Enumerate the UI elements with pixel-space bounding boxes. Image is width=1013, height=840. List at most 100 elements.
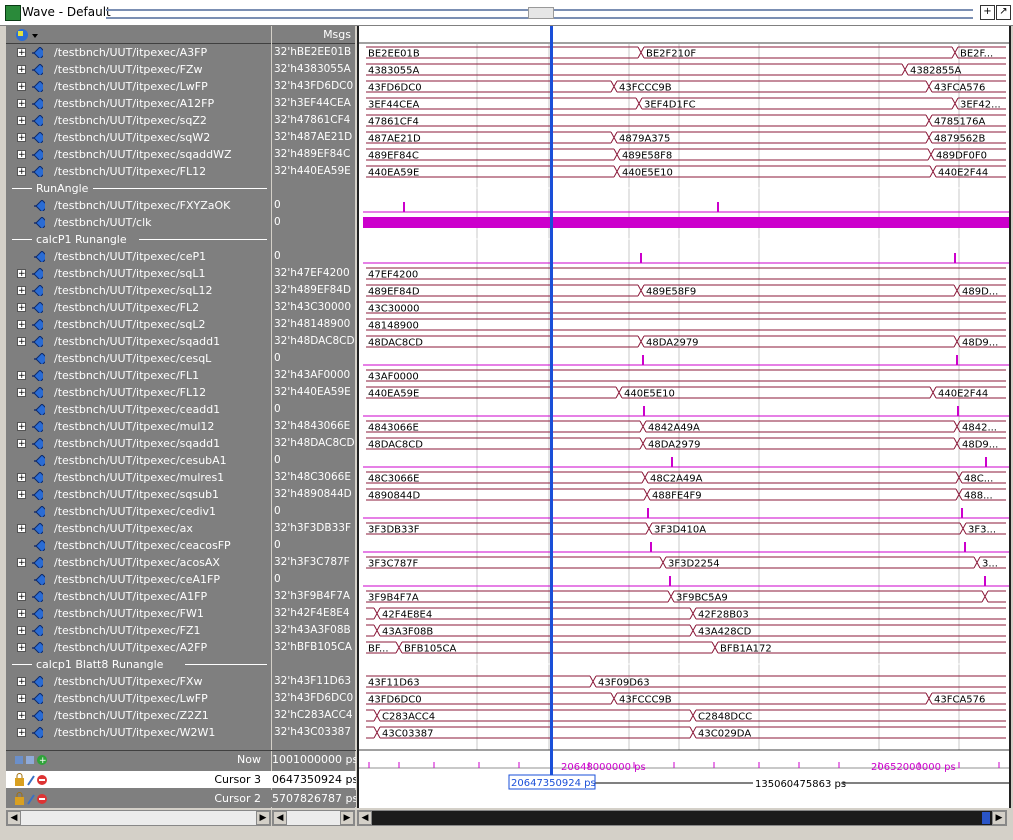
- expand-icon[interactable]: +: [17, 490, 26, 500]
- waveform-row[interactable]: BE2EE01B BE2F210F BE2F...: [366, 46, 1006, 60]
- signal-row[interactable]: + /testbnch/UUT/itpexec/FL12: [6, 384, 271, 401]
- cursor3-row[interactable]: Cursor 3 0647350924 ps: [6, 771, 356, 788]
- add-icon[interactable]: +: [980, 5, 995, 20]
- waveform-row[interactable]: 440EA59E 440E5E10 440E2F44: [366, 165, 1006, 179]
- cursor2-row[interactable]: Cursor 2 5707826787 ps: [6, 790, 356, 807]
- waveform-row[interactable]: [363, 406, 1009, 417]
- signal-row[interactable]: + /testbnch/UUT/itpexec/sqW2: [6, 129, 271, 146]
- cursor-line[interactable]: [550, 26, 553, 775]
- signal-row[interactable]: + /testbnch/UUT/itpexec/A1FP: [6, 588, 271, 605]
- signal-row[interactable]: + /testbnch/UUT/itpexec/W2W1: [6, 724, 271, 741]
- scroll-right-icon[interactable]: ▶: [992, 811, 1006, 825]
- waveform-row[interactable]: [363, 542, 1009, 553]
- signal-row[interactable]: + /testbnch/UUT/itpexec/sqadd1: [6, 333, 271, 350]
- expand-icon[interactable]: +: [17, 677, 26, 687]
- signal-row[interactable]: + /testbnch/UUT/itpexec/LwFP: [6, 78, 271, 95]
- scroll-right-icon[interactable]: ▶: [256, 811, 270, 825]
- signal-row[interactable]: /testbnch/UUT/itpexec/cesqL: [6, 350, 271, 367]
- group-divider[interactable]: calcp1 Blatt8 Runangle: [6, 656, 271, 673]
- expand-icon[interactable]: +: [17, 592, 26, 602]
- signal-row[interactable]: + /testbnch/UUT/itpexec/LwFP: [6, 690, 271, 707]
- expand-icon[interactable]: +: [17, 150, 26, 160]
- waveform-row[interactable]: 4890844D 488FE4F9 488...: [366, 488, 1006, 502]
- expand-icon[interactable]: +: [17, 82, 26, 92]
- waveform-row[interactable]: 43C03387 43C029DA: [366, 726, 1006, 740]
- signal-row[interactable]: + /testbnch/UUT/itpexec/FL12: [6, 163, 271, 180]
- waveform-row[interactable]: C283ACC4 C2848DCC: [366, 709, 1006, 723]
- expand-icon[interactable]: +: [17, 48, 26, 58]
- scroll-right-icon[interactable]: ▶: [340, 811, 354, 825]
- waveform-row[interactable]: 42F4E8E4 42F28B03: [366, 607, 1006, 621]
- titlebar-grip-handle[interactable]: [528, 7, 554, 19]
- signal-row[interactable]: + /testbnch/UUT/itpexec/A12FP: [6, 95, 271, 112]
- expand-icon[interactable]: +: [17, 337, 26, 347]
- wave-hscrollbar[interactable]: ◀ ▶: [357, 810, 1007, 826]
- signal-row[interactable]: /testbnch/UUT/itpexec/cesubA1: [6, 452, 271, 469]
- signal-row[interactable]: + /testbnch/UUT/itpexec/mulres1: [6, 469, 271, 486]
- waveform-row[interactable]: [363, 253, 1009, 264]
- signal-row[interactable]: + /testbnch/UUT/itpexec/FL1: [6, 367, 271, 384]
- names-hscrollbar[interactable]: ◀ ▶: [6, 810, 271, 826]
- expand-icon[interactable]: +: [17, 320, 26, 330]
- signal-row[interactable]: + /testbnch/UUT/itpexec/FL2: [6, 299, 271, 316]
- expand-icon[interactable]: +: [17, 609, 26, 619]
- expand-icon[interactable]: +: [17, 473, 26, 483]
- waveform-row[interactable]: 3F9B4F7A 3F9BC5A9: [366, 590, 1006, 604]
- waveform-row[interactable]: 48DAC8CD 48DA2979 48D9...: [366, 335, 1006, 349]
- signal-row[interactable]: + /testbnch/UUT/itpexec/FXw: [6, 673, 271, 690]
- signal-row[interactable]: /testbnch/UUT/itpexec/ceacosFP: [6, 537, 271, 554]
- lock-icon[interactable]: [14, 792, 48, 806]
- signal-row[interactable]: + /testbnch/UUT/itpexec/FZw: [6, 61, 271, 78]
- cursor-tools-icon[interactable]: +: [14, 753, 48, 767]
- group-divider[interactable]: calcP1 Runangle: [6, 231, 271, 248]
- waveform-pane[interactable]: BE2EE01B BE2F210F BE2F... 4383055A 4382855A 4…: [357, 26, 1011, 808]
- wave-scroll-thumb[interactable]: [982, 812, 990, 824]
- expand-icon[interactable]: +: [17, 65, 26, 75]
- expand-icon[interactable]: +: [17, 694, 26, 704]
- waveform-row[interactable]: 47861CF4 4785176A: [366, 114, 1006, 128]
- expand-icon[interactable]: +: [17, 711, 26, 721]
- waveform-row[interactable]: 4843066E 4842A49A 4842...: [366, 420, 1006, 434]
- wave-toolbar-icon[interactable]: [14, 28, 40, 42]
- expand-icon[interactable]: +: [17, 303, 26, 313]
- expand-icon[interactable]: +: [17, 371, 26, 381]
- signal-row[interactable]: /testbnch/UUT/itpexec/ceP1: [6, 248, 271, 265]
- signal-row[interactable]: + /testbnch/UUT/itpexec/sqsub1: [6, 486, 271, 503]
- waveform-row[interactable]: 440EA59E 440E5E10 440E2F44: [366, 386, 1006, 400]
- expand-icon[interactable]: +: [17, 422, 26, 432]
- waveform-row[interactable]: 3F3DB33F 3F3D410A 3F3...: [366, 522, 1006, 536]
- waveform-canvas[interactable]: BE2EE01B BE2F210F BE2F... 4383055A 4382855A 4…: [359, 26, 1009, 808]
- signal-row[interactable]: + /testbnch/UUT/itpexec/sqadd1: [6, 435, 271, 452]
- waveform-row[interactable]: 487AE21D 4879A375 4879562B: [366, 131, 1006, 145]
- expand-icon[interactable]: +: [17, 626, 26, 636]
- waveform-row[interactable]: 43FD6DC0 43FCCC9B 43FCA576: [366, 692, 1006, 706]
- undock-icon[interactable]: ↗: [996, 5, 1011, 20]
- waveform-row[interactable]: 43C30000: [366, 301, 1006, 315]
- waveform-row[interactable]: 3F3C787F 3F3D2254 3...: [366, 556, 1006, 570]
- expand-icon[interactable]: +: [17, 524, 26, 534]
- signal-row[interactable]: + /testbnch/UUT/itpexec/mul12: [6, 418, 271, 435]
- expand-icon[interactable]: +: [17, 388, 26, 398]
- timeline-ruler[interactable]: 20648000000 ps 20652000000 ps 135060475863…: [359, 762, 1009, 790]
- signal-row[interactable]: /testbnch/UUT/itpexec/ceA1FP: [6, 571, 271, 588]
- expand-icon[interactable]: +: [17, 167, 26, 177]
- signal-row[interactable]: + /testbnch/UUT/itpexec/sqL1: [6, 265, 271, 282]
- waveform-row[interactable]: 4383055A 4382855A: [366, 63, 1006, 77]
- waveform-row[interactable]: 43FD6DC0 43FCCC9B 43FCA576: [366, 80, 1006, 94]
- waveform-row[interactable]: [363, 217, 1009, 228]
- waveform-row[interactable]: 48148900: [366, 318, 1006, 332]
- waveform-row[interactable]: BF... BFB105CA BFB1A172: [366, 641, 1006, 655]
- expand-icon[interactable]: +: [17, 728, 26, 738]
- signal-row[interactable]: /testbnch/UUT/itpexec/ceadd1: [6, 401, 271, 418]
- scroll-left-icon[interactable]: ◀: [358, 811, 372, 825]
- waveform-row[interactable]: 489EF84D 489E58F9 489D...: [366, 284, 1006, 298]
- signal-row[interactable]: + /testbnch/UUT/itpexec/acosAX: [6, 554, 271, 571]
- signal-row[interactable]: + /testbnch/UUT/itpexec/sqZ2: [6, 112, 271, 129]
- group-divider[interactable]: RunAngle: [6, 180, 271, 197]
- signal-row[interactable]: + /testbnch/UUT/itpexec/FZ1: [6, 622, 271, 639]
- waveform-row[interactable]: 48DAC8CD 48DA2979 48D9...: [366, 437, 1006, 451]
- waveform-row[interactable]: 489EF84C 489E58F8 489DF0F0: [366, 148, 1006, 162]
- expand-icon[interactable]: +: [17, 133, 26, 143]
- expand-icon[interactable]: +: [17, 558, 26, 568]
- waveform-row[interactable]: [363, 355, 1009, 366]
